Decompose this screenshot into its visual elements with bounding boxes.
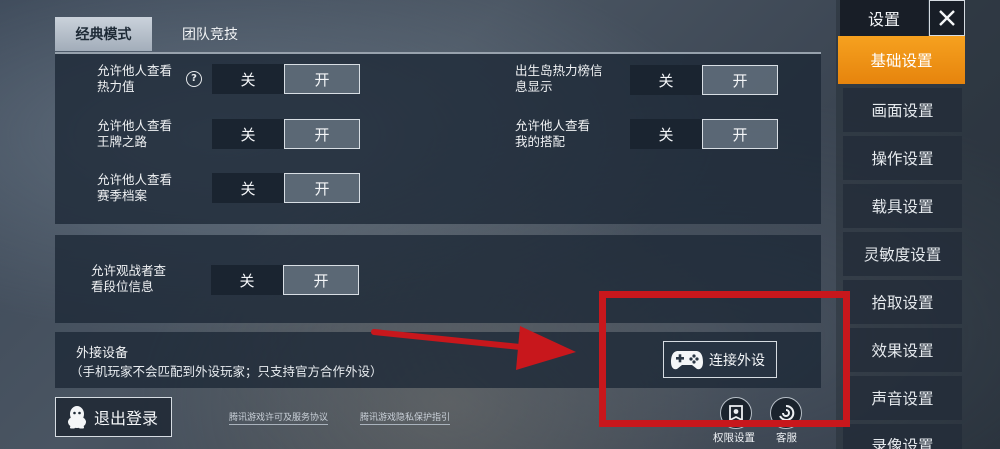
spawn-heat-rank-toggle: 关 开 [630,65,778,95]
annotation-highlight-box [599,291,850,427]
spectator-rank-label: 允许观战者查 看段位信息 [91,263,167,294]
external-device-note: （手机玩家不会匹配到外设玩家；只支持官方合作外设） [70,364,383,379]
sidebar-item-replay[interactable]: 录像设置 [843,424,962,449]
season-archive-toggle: 关 开 [212,173,360,203]
my-outfit-off-option[interactable]: 关 [630,119,702,149]
heat-value-off-option[interactable]: 关 [212,64,284,94]
my-outfit-toggle: 关 开 [630,119,778,149]
sidebar-item-pickup[interactable]: 拾取设置 [843,280,962,324]
ace-road-on-option[interactable]: 开 [284,119,360,149]
sidebar-item-vehicle[interactable]: 载具设置 [843,184,962,228]
ace-road-label: 允许他人查看 王牌之路 [97,118,173,149]
sidebar-item-basic[interactable]: 基础设置 [838,36,965,84]
spawn-heat-rank-label: 出生岛热力榜信 息显示 [515,63,603,94]
spawn-heat-rank-off-option[interactable]: 关 [630,65,702,95]
spectator-rank-on-option[interactable]: 开 [283,265,359,295]
sidebar-item-graphics[interactable]: 画面设置 [843,88,962,132]
sidebar-item-sensitivity[interactable]: 灵敏度设置 [843,232,962,276]
settings-screen: 经典模式 团队竞技 允许他人查看 热力值 ? 关 开 允许他人查看 王牌之路 关… [0,0,1000,449]
heat-value-on-option[interactable]: 开 [284,64,360,94]
sidebar-item-controls[interactable]: 操作设置 [843,136,962,180]
qq-penguin-icon [68,406,86,429]
sidebar-item-sound[interactable]: 声音设置 [843,376,962,420]
heat-value-label: 允许他人查看 热力值 [97,63,173,94]
close-button[interactable] [929,0,965,36]
tab-classic-mode[interactable]: 经典模式 [55,17,152,51]
my-outfit-label: 允许他人查看 我的搭配 [515,118,591,149]
sidebar-item-effects[interactable]: 效果设置 [843,328,962,372]
permission-settings-label: 权限设置 [713,432,755,444]
license-agreement-link[interactable]: 腾讯游戏许可及服务协议 [229,410,329,425]
help-icon[interactable]: ? [186,71,202,87]
my-outfit-on-option[interactable]: 开 [702,119,778,149]
annotation-arrow [371,326,576,370]
settings-title: 设置 [840,0,928,36]
spectator-rank-off-option[interactable]: 关 [211,265,283,295]
season-archive-label: 允许他人查看 赛季档案 [97,172,173,203]
season-archive-off-option[interactable]: 关 [212,173,284,203]
privacy-guide-link[interactable]: 腾讯游戏隐私保护指引 [360,410,451,425]
ace-road-toggle: 关 开 [212,119,360,149]
heat-value-toggle: 关 开 [212,64,360,94]
tab-team-deathmatch[interactable]: 团队竞技 [160,17,260,51]
external-device-title: 外接设备 [76,346,129,361]
logout-label: 退出登录 [94,409,159,428]
logout-button[interactable]: 退出登录 [55,397,172,437]
season-archive-on-option[interactable]: 开 [284,173,360,203]
customer-service-label: 客服 [776,432,797,444]
spectator-rank-toggle: 关 开 [211,265,359,295]
close-icon [939,10,955,26]
ace-road-off-option[interactable]: 关 [212,119,284,149]
spawn-heat-rank-on-option[interactable]: 开 [702,65,778,95]
